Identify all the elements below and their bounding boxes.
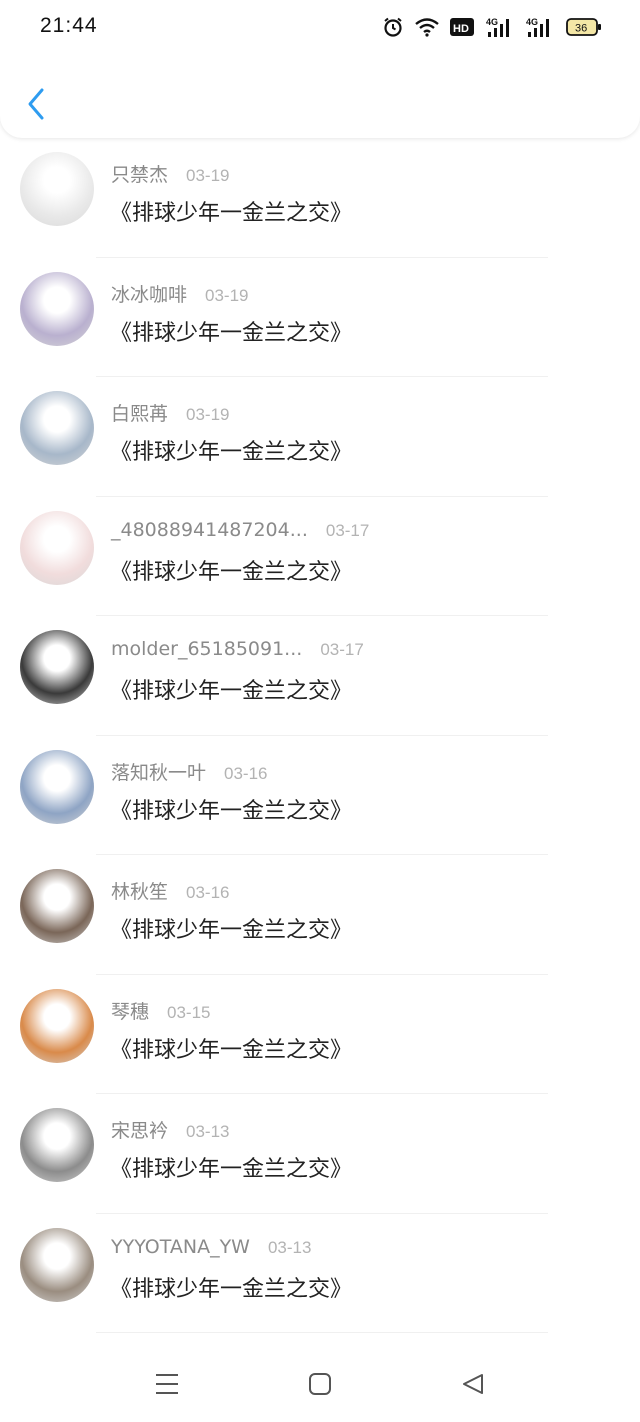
work-title[interactable]: 《排球少年一金兰之交》 [110,195,352,227]
list-item[interactable]: 琴穗 03-15 《排球少年一金兰之交》 [0,975,640,1094]
post-date: 03-16 [186,883,230,902]
list-item[interactable]: 林秋笙 03-16 《排球少年一金兰之交》 [0,855,640,975]
user-name[interactable]: 林秋笙 [111,877,168,904]
name-line: 冰冰咖啡 03-19 [111,280,249,307]
list-item[interactable]: 冰冰咖啡 03-19 《排球少年一金兰之交》 [0,258,640,377]
avatar[interactable] [20,510,94,585]
avatar[interactable] [20,749,94,824]
post-date: 03-17 [320,640,364,659]
work-title[interactable]: 《排球少年一金兰之交》 [110,1151,352,1183]
top-bar: 21:44 HD 4G 4G 36 [0,0,640,138]
back-button[interactable] [20,84,52,124]
signal-4g-icon: 4G [526,17,549,37]
post-date: 03-19 [186,405,230,424]
menu-icon [156,1374,178,1394]
avatar[interactable] [20,1227,94,1302]
hd-icon: HD [450,18,474,36]
post-date: 03-15 [167,1002,211,1022]
post-date: 03-13 [186,1122,230,1141]
user-name[interactable]: 冰冰咖啡 [111,280,187,307]
divider [96,1332,548,1333]
work-title[interactable]: 《排球少年一金兰之交》 [110,1271,352,1303]
svg-text:HD: HD [453,23,469,35]
wifi-icon [415,18,439,37]
user-name[interactable]: 只禁杰 [111,160,168,187]
post-date: 03-13 [267,1237,312,1257]
menu-button[interactable] [149,1366,185,1402]
work-title[interactable]: 《排球少年一金兰之交》 [110,1032,352,1064]
status-icons: HD 4G 4G 36 [382,16,602,38]
list-item[interactable]: 白熙苒 03-19 《排球少年一金兰之交》 [0,377,640,497]
list-item[interactable]: 宋思衿 03-13 《排球少年一金兰之交》 [0,1094,640,1214]
name-line: 琴穗 03-15 [111,997,211,1024]
avatar[interactable] [20,869,94,943]
system-nav-bar [0,1352,640,1422]
post-date: 03-17 [325,520,370,540]
work-title[interactable]: 《排球少年一金兰之交》 [110,554,352,586]
work-title[interactable]: 《排球少年一金兰之交》 [110,434,352,466]
battery-icon: 36 [566,18,601,36]
avatar[interactable] [20,1108,94,1182]
user-name[interactable]: 落知秋一叶 [111,758,206,785]
back-triangle-icon [463,1374,483,1394]
work-title[interactable]: 《排球少年一金兰之交》 [110,793,352,825]
name-line: YYYOTANA_YW 03-13 [111,1236,311,1258]
user-name[interactable]: YYYOTANA_YW [111,1236,250,1258]
name-line: molder_65185091... 03-17 [111,638,364,660]
work-title[interactable]: 《排球少年一金兰之交》 [110,912,352,944]
avatar[interactable] [20,271,94,346]
user-name[interactable]: 白熙苒 [111,399,168,426]
home-button[interactable] [302,1366,338,1402]
signal-4g-icon: 4G [486,17,509,37]
name-line: 只禁杰 03-19 [111,160,230,187]
list-item[interactable]: _48088941487204... 03-17 《排球少年一金兰之交》 [0,497,640,616]
work-title[interactable]: 《排球少年一金兰之交》 [110,673,352,705]
list-item[interactable]: 只禁杰 03-19 《排球少年一金兰之交》 [0,138,640,258]
list-item[interactable]: 落知秋一叶 03-16 《排球少年一金兰之交》 [0,736,640,855]
alarm-icon [384,17,402,37]
user-list: 只禁杰 03-19 《排球少年一金兰之交》 冰冰咖啡 03-19 《排球少年一金兰之交》白… [0,138,640,1333]
name-line: _48088941487204... 03-17 [111,519,369,541]
home-icon [309,1373,331,1395]
user-name[interactable]: molder_65185091... [111,638,302,660]
post-date: 03-19 [205,285,249,305]
svg-text:4G: 4G [526,17,538,27]
name-line: 林秋笙 03-16 [111,877,230,904]
avatar[interactable] [20,630,94,704]
post-date: 03-16 [224,763,268,783]
post-date: 03-19 [186,166,230,185]
avatar[interactable] [20,988,94,1063]
name-line: 宋思衿 03-13 [111,1116,230,1143]
chevron-left-icon [28,88,44,120]
avatar[interactable] [20,152,94,226]
name-line: 落知秋一叶 03-16 [111,758,268,785]
list-item[interactable]: YYYOTANA_YW 03-13 《排球少年一金兰之交》 [0,1214,640,1333]
status-time: 21:44 [40,14,98,37]
list-item[interactable]: molder_65185091... 03-17 《排球少年一金兰之交》 [0,616,640,736]
svg-text:4G: 4G [486,17,498,27]
user-name[interactable]: _48088941487204... [111,519,308,541]
back-nav-button[interactable] [455,1366,491,1402]
user-name[interactable]: 琴穗 [111,997,149,1024]
work-title[interactable]: 《排球少年一金兰之交》 [110,315,352,347]
svg-text:36: 36 [575,23,587,35]
name-line: 白熙苒 03-19 [111,399,230,426]
user-name[interactable]: 宋思衿 [111,1116,168,1143]
avatar[interactable] [20,391,94,465]
